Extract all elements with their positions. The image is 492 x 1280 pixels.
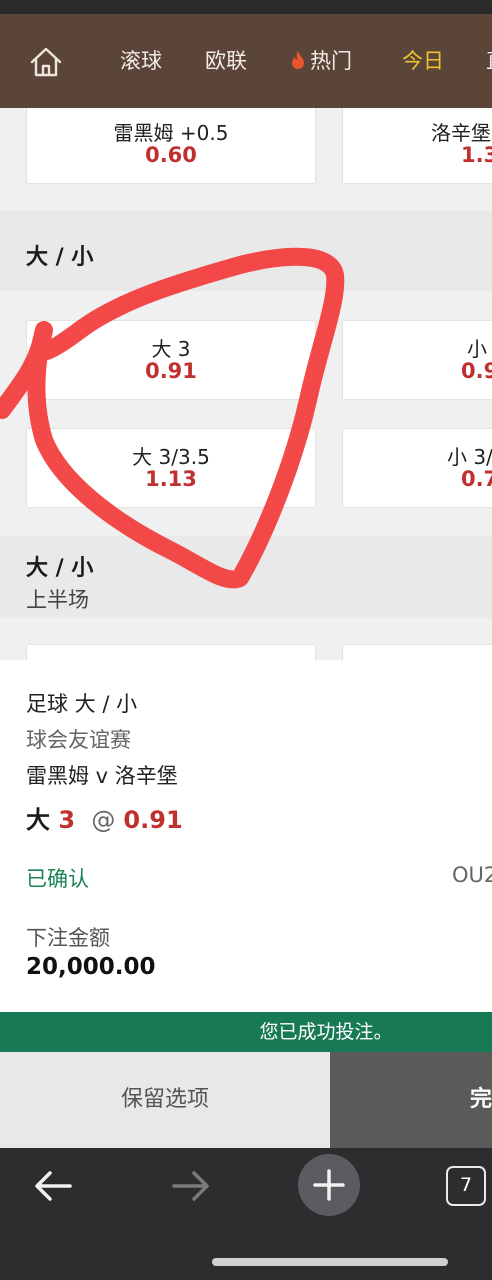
status-strip: [0, 0, 492, 14]
ou-over-label: 大 3/3.5: [132, 445, 210, 469]
bet-selection: 大 3 @0.91: [26, 800, 183, 835]
pick-line: 3: [58, 806, 76, 834]
nav-item-hot-label: 热门: [310, 49, 352, 73]
pick-side: 大: [26, 806, 50, 834]
ou-under-card[interactable]: 小 3/ 0.7: [342, 428, 492, 508]
tab-count-button[interactable]: 7: [446, 1166, 486, 1206]
pick-odd: 0.91: [123, 806, 183, 834]
ou-over-card[interactable]: 大 3 0.91: [26, 320, 316, 400]
home-icon[interactable]: [28, 44, 64, 80]
ou-half-over-card[interactable]: [26, 644, 316, 660]
section-subtitle: 上半场: [26, 588, 89, 612]
section-ou-full: 大 / 小: [0, 211, 492, 291]
success-banner: 您已成功投注。: [0, 1012, 492, 1052]
ou-under-label: 小 3/: [447, 445, 492, 469]
league-name: 球会友谊赛: [26, 728, 131, 752]
handicap-home-odd: 0.60: [145, 143, 197, 167]
home-indicator: [212, 1258, 448, 1266]
bet-slip: 足球 大 / 小 球会友谊赛 雷黑姆 v 洛辛堡 大 3 @0.91 已确认 O…: [0, 660, 492, 1012]
nav-item-live[interactable]: 滚球: [120, 47, 162, 75]
forward-arrow-icon[interactable]: [168, 1166, 214, 1206]
match-name: 雷黑姆 v 洛辛堡: [26, 764, 178, 788]
ou-over-odd: 1.13: [145, 467, 197, 491]
plus-icon: [313, 1169, 345, 1201]
at-sign: @: [91, 806, 116, 834]
browser-toolbar: 7: [0, 1148, 492, 1280]
handicap-away-label: 洛辛堡: [431, 121, 491, 145]
nav-item-hot[interactable]: 热门: [290, 47, 352, 75]
market-list: 雷黑姆 +0.5 0.60 洛辛堡 1.3 大 / 小 大 3 0.91 小 0…: [0, 108, 492, 660]
stake-amount: 20,000.00: [26, 954, 156, 980]
ou-under-card[interactable]: 小 0.9: [342, 320, 492, 400]
stake-label: 下注金额: [26, 926, 110, 950]
bet-status: 已确认: [26, 867, 89, 891]
nav-item-europa[interactable]: 欧联: [205, 47, 247, 75]
handicap-away-odd: 1.3: [461, 143, 492, 167]
flame-icon: [292, 51, 304, 69]
section-ou-half: 大 / 小 上半场: [0, 536, 492, 618]
section-title: 大 / 小: [26, 556, 94, 581]
ou-under-label: 小: [467, 337, 487, 361]
nav-item-today[interactable]: 今日: [402, 47, 444, 75]
top-nav: 滚球 欧联 热门 今日 直: [0, 14, 492, 108]
ou-under-odd: 0.7: [461, 467, 492, 491]
ou-over-card[interactable]: 大 3/3.5 1.13: [26, 428, 316, 508]
section-title: 大 / 小: [26, 245, 94, 270]
done-button[interactable]: 完成: [330, 1052, 492, 1148]
bet-reference: OU2: [452, 863, 492, 887]
ou-over-odd: 0.91: [145, 359, 197, 383]
bet-type: 足球 大 / 小: [26, 692, 138, 716]
ou-over-label: 大 3: [151, 337, 191, 361]
back-arrow-icon[interactable]: [30, 1166, 76, 1206]
handicap-away-card[interactable]: 洛辛堡 1.3: [342, 108, 492, 184]
success-message: 您已成功投注。: [259, 1021, 393, 1043]
keep-selections-button[interactable]: 保留选项: [0, 1052, 330, 1148]
ou-under-odd: 0.9: [461, 359, 492, 383]
handicap-home-card[interactable]: 雷黑姆 +0.5 0.60: [26, 108, 316, 184]
handicap-home-label: 雷黑姆 +0.5: [113, 121, 229, 145]
new-tab-button[interactable]: [298, 1154, 360, 1216]
ou-half-under-card[interactable]: [342, 644, 492, 660]
nav-item-more[interactable]: 直: [486, 47, 492, 75]
